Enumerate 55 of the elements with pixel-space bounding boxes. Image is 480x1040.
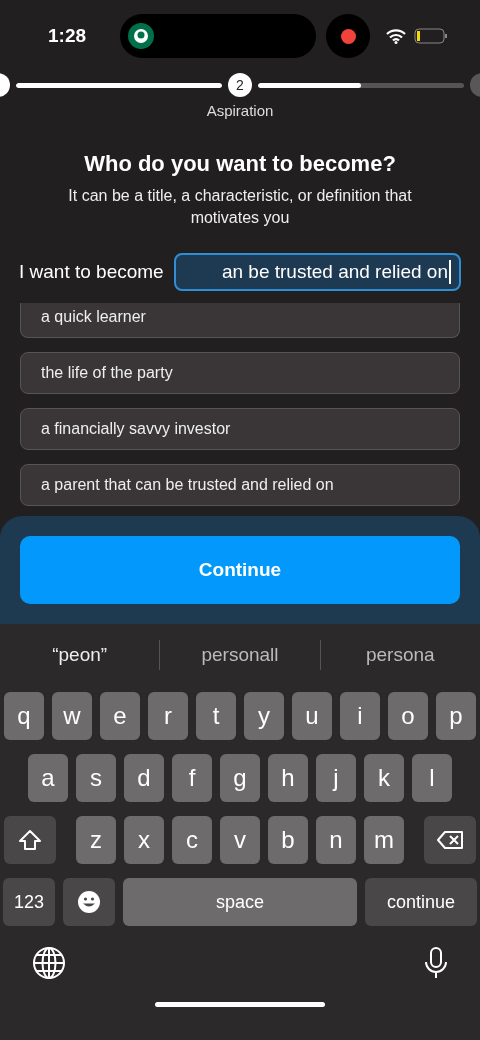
letter-key[interactable]: z [76, 816, 116, 864]
letter-key[interactable]: f [172, 754, 212, 802]
prediction-item[interactable]: “peon” [0, 644, 160, 666]
letter-key[interactable]: t [196, 692, 236, 740]
wifi-icon [386, 28, 406, 44]
shift-key[interactable] [4, 816, 56, 864]
letter-key[interactable]: c [172, 816, 212, 864]
space-key[interactable]: space [123, 878, 357, 926]
step-marker: 2 [228, 73, 252, 97]
letter-key[interactable]: v [220, 816, 260, 864]
numbers-key[interactable]: 123 [3, 878, 55, 926]
letter-key[interactable]: m [364, 816, 404, 864]
page-title: Who do you want to become? [83, 151, 397, 177]
status-time: 1:28 [48, 25, 88, 47]
microphone-icon[interactable] [424, 946, 448, 980]
letter-key[interactable]: y [244, 692, 284, 740]
letter-key[interactable]: o [388, 692, 428, 740]
letter-key[interactable]: i [340, 692, 380, 740]
globe-icon[interactable] [32, 946, 66, 980]
return-key[interactable]: continue [365, 878, 477, 926]
suggestion-item[interactable]: a quick learner [20, 303, 460, 338]
input-field[interactable]: an be trusted and relied on [173, 253, 461, 291]
battery-icon [414, 28, 448, 44]
page-subtitle: It can be a title, a characteristic, or definition that motivates you [67, 186, 413, 228]
input-label: I want to become [19, 261, 164, 283]
letter-key[interactable]: j [316, 754, 356, 802]
shift-icon [18, 829, 42, 851]
letter-key[interactable]: e [100, 692, 140, 740]
backspace-icon [436, 830, 464, 850]
letter-key[interactable]: h [268, 754, 308, 802]
suggestion-item[interactable]: a financially savvy investor [20, 408, 460, 450]
emoji-key[interactable] [63, 878, 115, 926]
letter-key[interactable]: p [436, 692, 476, 740]
suggestion-item[interactable]: a parent that can be trusted and relied on [20, 464, 460, 506]
letter-key[interactable]: k [364, 754, 404, 802]
letter-key[interactable]: w [52, 692, 92, 740]
letter-key[interactable]: b [268, 816, 308, 864]
letter-key[interactable]: r [148, 692, 188, 740]
letter-key[interactable]: q [4, 692, 44, 740]
step-label: Aspiration [205, 102, 275, 119]
letter-key[interactable]: n [316, 816, 356, 864]
letter-key[interactable]: d [124, 754, 164, 802]
prediction-item[interactable]: persona [320, 644, 480, 666]
letter-key[interactable]: x [124, 816, 164, 864]
letter-key[interactable]: s [76, 754, 116, 802]
app-logo-icon [128, 23, 154, 49]
suggestion-item[interactable]: the life of the party [20, 352, 460, 394]
letter-key[interactable]: a [28, 754, 68, 802]
letter-key[interactable]: g [220, 754, 260, 802]
continue-button[interactable]: Continue [20, 536, 460, 604]
prediction-item[interactable]: personall [160, 644, 320, 666]
letter-key[interactable]: u [292, 692, 332, 740]
delete-key[interactable] [424, 816, 476, 864]
letter-key[interactable]: l [412, 754, 452, 802]
emoji-icon [77, 890, 101, 914]
